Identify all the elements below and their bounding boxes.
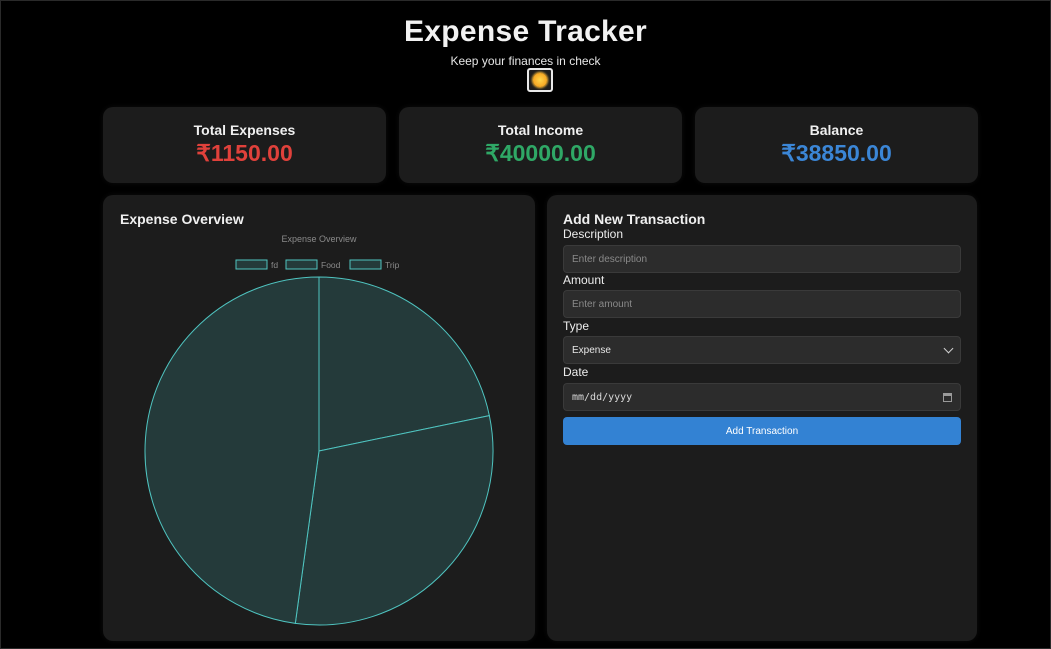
app-title: Expense Tracker <box>404 15 647 48</box>
total-income-value: ₹40000.00 <box>485 140 596 166</box>
description-input[interactable] <box>563 245 961 273</box>
balance-value: ₹38850.00 <box>781 140 892 166</box>
theme-toggle-button[interactable] <box>527 68 553 92</box>
calendar-icon[interactable] <box>943 392 952 402</box>
legend-swatch-fd[interactable] <box>235 259 268 270</box>
expense-pie-chart: Expense Overview fd Food Trip <box>144 234 494 626</box>
date-input[interactable]: mm/dd/yyyy <box>563 383 961 411</box>
pie-slice-trip[interactable] <box>144 276 320 624</box>
total-expenses-card: Total Expenses ₹1150.00 <box>103 107 386 183</box>
description-label: Description <box>563 227 624 241</box>
amount-input[interactable] <box>563 290 961 318</box>
total-expenses-value: ₹1150.00 <box>196 140 293 166</box>
type-label: Type <box>563 319 590 333</box>
sun-icon <box>533 73 547 87</box>
legend-label-trip[interactable]: Trip <box>385 260 400 270</box>
total-income-card: Total Income ₹40000.00 <box>399 107 682 183</box>
expense-overview-card: Expense Overview Expense Overview fd Food T… <box>103 195 535 641</box>
date-input-value: mm/dd/yyyy <box>572 391 633 403</box>
total-income-label: Total Income <box>497 122 584 138</box>
chart-title: Expense Overview <box>281 234 357 244</box>
legend-swatch-food[interactable] <box>285 259 318 270</box>
add-transaction-button[interactable]: Add Transaction <box>563 417 961 445</box>
app-subtitle: Keep your finances in check <box>450 54 601 68</box>
date-label: Date <box>563 365 589 379</box>
balance-card: Balance ₹38850.00 <box>695 107 978 183</box>
chevron-down-icon <box>943 343 954 354</box>
type-select[interactable]: Expense <box>563 336 961 364</box>
amount-label: Amount <box>563 273 605 287</box>
legend-label-fd[interactable]: fd <box>271 260 278 270</box>
legend-swatch-trip[interactable] <box>349 259 382 270</box>
add-transaction-heading: Add New Transaction <box>563 211 706 227</box>
legend-label-food[interactable]: Food <box>321 260 341 270</box>
total-expenses-label: Total Expenses <box>193 122 296 138</box>
type-select-value: Expense <box>572 344 611 356</box>
expense-tracker-page: Expense Tracker Keep your finances in ch… <box>0 0 1051 649</box>
add-transaction-card: Add New Transaction Description Amount T… <box>547 195 977 641</box>
balance-label: Balance <box>809 122 864 138</box>
